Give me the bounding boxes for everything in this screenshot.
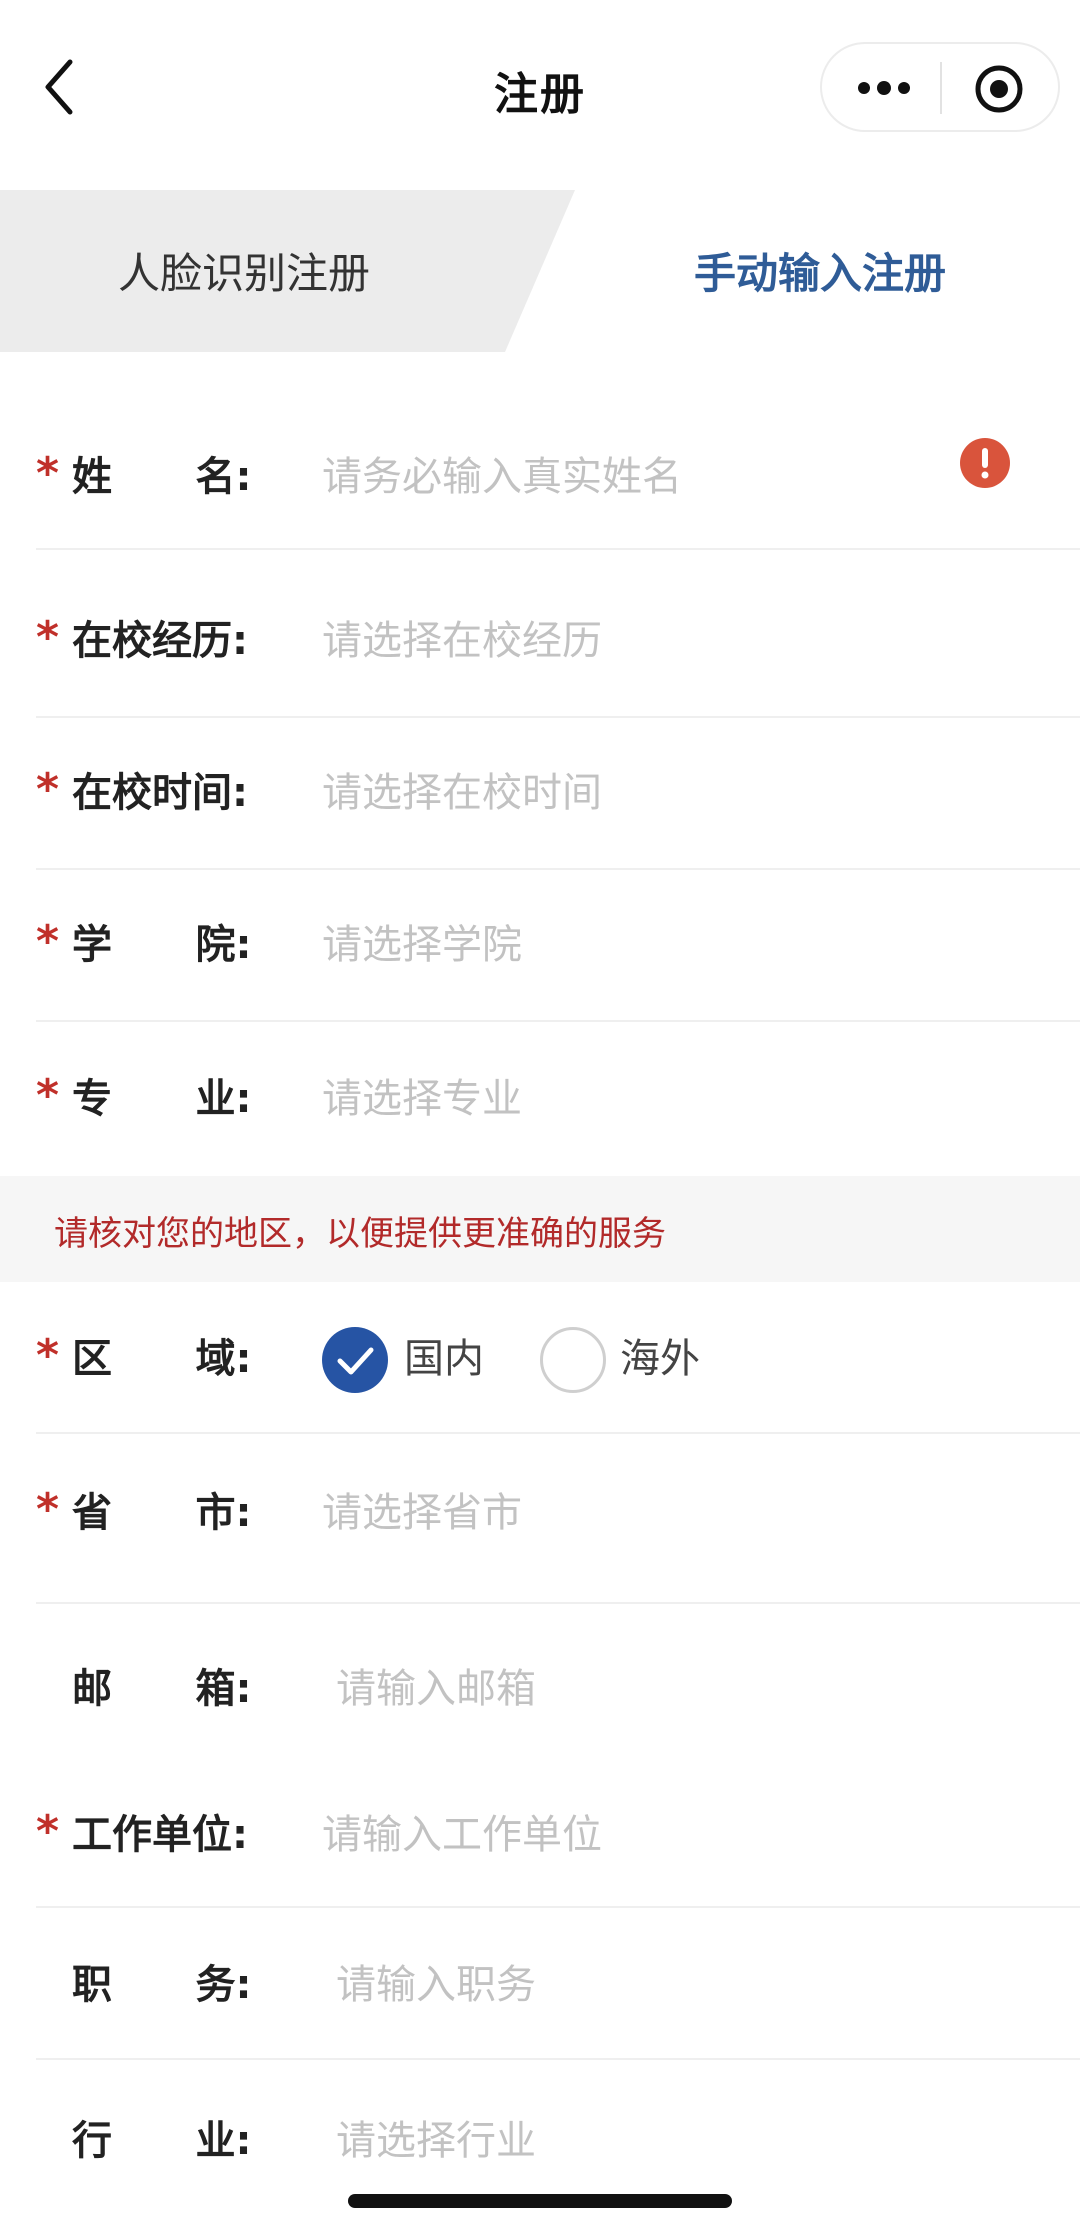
name-label: 姓 名: <box>72 454 252 500</box>
name-row[interactable]: * 姓 名: 请务必输入真实姓名 <box>36 400 1080 550</box>
work-unit-row[interactable]: * 工作单位: 请输入工作单位 <box>36 1760 1080 1908</box>
tab-manual-register[interactable]: 手动输入注册 <box>694 240 946 301</box>
region-domestic-label[interactable]: 国内 <box>404 1326 484 1384</box>
required-mark: * <box>36 1070 60 1121</box>
required-mark: * <box>36 448 60 499</box>
school-experience-label: 在校经历: <box>72 618 248 664</box>
miniprogram-capsule <box>820 42 1060 132</box>
school-time-label: 在校时间: <box>72 770 248 816</box>
major-row[interactable]: * 专 业: 请选择专业 <box>36 1022 1080 1176</box>
check-icon <box>337 1347 374 1375</box>
industry-label: 行 业: <box>72 2118 252 2164</box>
school-time-row[interactable]: * 在校时间: 请选择在校时间 <box>36 718 1080 870</box>
region-notice: 请核对您的地区，以便提供更准确的服务 <box>0 1176 1080 1282</box>
home-indicator[interactable] <box>348 2194 732 2208</box>
position-input[interactable]: 请输入职务 <box>336 1952 536 2010</box>
error-icon <box>960 438 1010 488</box>
college-row[interactable]: * 学 院: 请选择学院 <box>36 870 1080 1022</box>
region-overseas-radio[interactable] <box>540 1327 606 1393</box>
required-mark: * <box>36 1806 60 1857</box>
navigation-bar: 注册 <box>0 0 1080 176</box>
region-domestic-radio[interactable] <box>322 1327 388 1393</box>
region-row: * 区 域: 国内 海外 <box>36 1282 1080 1434</box>
email-label: 邮 箱: <box>72 1666 252 1712</box>
close-miniprogram-icon[interactable] <box>974 64 1024 114</box>
province-row[interactable]: * 省 市: 请选择省市 <box>36 1434 1080 1604</box>
work-unit-input[interactable]: 请输入工作单位 <box>322 1802 602 1860</box>
required-mark: * <box>36 612 60 663</box>
college-label: 学 院: <box>72 922 252 968</box>
required-mark: * <box>36 1484 60 1535</box>
industry-select[interactable]: 请选择行业 <box>336 2108 536 2166</box>
major-label: 专 业: <box>72 1076 252 1122</box>
register-tabs: 人脸识别注册 手动输入注册 <box>0 190 1080 352</box>
school-experience-row[interactable]: * 在校经历: 请选择在校经历 <box>36 550 1080 718</box>
industry-row[interactable]: 行 业: 请选择行业 <box>36 2060 1080 2190</box>
email-input[interactable]: 请输入邮箱 <box>336 1656 536 1714</box>
region-notice-text: 请核对您的地区，以便提供更准确的服务 <box>54 1214 666 1254</box>
region-label: 区 域: <box>72 1336 252 1382</box>
name-input[interactable]: 请务必输入真实姓名 <box>322 444 682 502</box>
required-mark: * <box>36 916 60 967</box>
province-select[interactable]: 请选择省市 <box>322 1480 522 1538</box>
position-label: 职 务: <box>72 1962 252 2008</box>
school-time-select[interactable]: 请选择在校时间 <box>322 760 602 818</box>
capsule-divider <box>940 62 942 114</box>
required-mark: * <box>36 1330 60 1381</box>
tab-face-register[interactable]: 人脸识别注册 <box>118 240 370 301</box>
position-row[interactable]: 职 务: 请输入职务 <box>36 1908 1080 2060</box>
more-icon[interactable] <box>856 68 912 108</box>
province-label: 省 市: <box>72 1490 252 1536</box>
region-overseas-label[interactable]: 海外 <box>620 1326 700 1384</box>
college-select[interactable]: 请选择学院 <box>322 912 522 970</box>
required-mark: * <box>36 764 60 815</box>
work-unit-label: 工作单位: <box>72 1812 248 1858</box>
school-experience-select[interactable]: 请选择在校经历 <box>322 608 602 666</box>
major-select[interactable]: 请选择专业 <box>322 1066 522 1124</box>
